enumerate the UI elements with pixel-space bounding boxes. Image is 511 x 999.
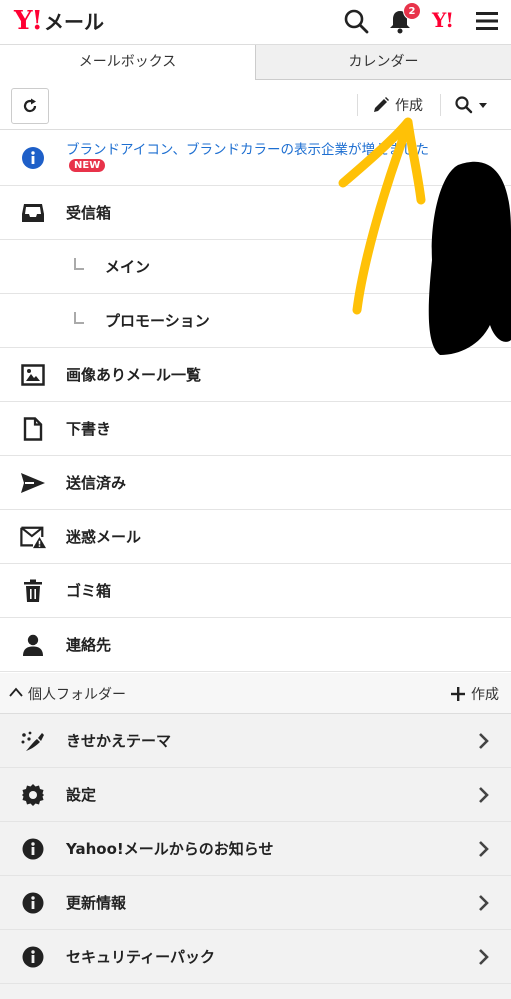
menu-security[interactable]: セキュリティーパック <box>0 930 511 984</box>
folder-label: 迷惑メール <box>66 528 142 546</box>
folder-spam[interactable]: 迷惑メール <box>0 510 511 564</box>
caret-down-icon <box>479 103 487 108</box>
toolbar-divider <box>440 94 441 116</box>
app-header: Y! メール 2 Y! <box>0 0 511 44</box>
personal-folders-label[interactable]: 個人フォルダー <box>28 684 126 704</box>
yahoo-japan-logo[interactable]: Y! <box>432 8 454 32</box>
folder-label: 画像ありメール一覧 <box>66 366 202 384</box>
new-badge: NEW <box>69 159 106 172</box>
logo-text: メール <box>43 10 104 34</box>
gear-icon <box>20 783 46 807</box>
tab-calendar[interactable]: カレンダー <box>256 45 511 80</box>
send-icon <box>20 471 46 495</box>
menu-settings[interactable]: 設定 <box>0 768 511 822</box>
folder-label: 連絡先 <box>66 636 112 654</box>
mailbox-tabs: メールボックス カレンダー <box>0 44 511 80</box>
logo-mark: Y! <box>14 6 43 36</box>
folder-drafts[interactable]: 下書き <box>0 402 511 456</box>
notice-text[interactable]: ブランドアイコン、ブランドカラーの表示企業が増えました <box>66 138 496 158</box>
menu-news[interactable]: Yahoo!メールからのお知らせ <box>0 822 511 876</box>
menu-overflow <box>0 984 511 999</box>
info-icon <box>20 837 46 861</box>
menu-label: 設定 <box>66 786 97 804</box>
tree-elbow <box>74 312 84 324</box>
chevron-right-icon <box>479 949 489 965</box>
spam-mail-icon <box>20 525 46 549</box>
menu-label: きせかえテーマ <box>66 732 172 750</box>
search-dropdown-button[interactable] <box>454 92 489 118</box>
create-folder-button[interactable]: 作成 <box>451 684 499 704</box>
toolbar-divider <box>357 94 358 116</box>
plus-icon <box>451 687 465 701</box>
brush-sparkle-icon <box>20 729 46 753</box>
menu-updates[interactable]: 更新情報 <box>0 876 511 930</box>
trash-icon <box>20 579 46 603</box>
folder-label: 下書き <box>66 420 112 438</box>
yahoo-mail-logo[interactable]: Y! メール <box>14 6 104 36</box>
tab-mailbox[interactable]: メールボックス <box>0 45 256 80</box>
pencil-icon <box>374 97 389 112</box>
chevron-right-icon <box>479 787 489 803</box>
info-icon <box>22 147 44 169</box>
person-icon <box>20 633 46 657</box>
folder-images[interactable]: 画像ありメール一覧 <box>0 348 511 402</box>
folder-sent[interactable]: 送信済み <box>0 456 511 510</box>
refresh-icon <box>23 98 37 113</box>
notification-badge: 2 <box>403 2 421 20</box>
tree-elbow <box>74 258 84 270</box>
folder-inbox[interactable]: 受信箱 <box>0 186 511 240</box>
document-icon <box>20 417 46 441</box>
chevron-up-icon[interactable] <box>9 687 23 697</box>
menu-label: Yahoo!メールからのお知らせ <box>66 840 274 858</box>
folder-trash[interactable]: ゴミ箱 <box>0 564 511 618</box>
folder-promotion[interactable]: プロモーション <box>0 294 511 348</box>
info-icon <box>20 891 46 915</box>
chevron-right-icon <box>479 895 489 911</box>
folder-main[interactable]: メイン <box>0 240 511 294</box>
folder-label: メイン <box>105 258 151 276</box>
folder-contacts[interactable]: 連絡先 <box>0 618 511 672</box>
info-icon <box>20 945 46 969</box>
hamburger-menu-icon[interactable] <box>473 7 501 35</box>
create-folder-label: 作成 <box>471 687 499 703</box>
menu-theme[interactable]: きせかえテーマ <box>0 714 511 768</box>
compose-button[interactable]: 作成 <box>372 92 423 118</box>
chevron-right-icon <box>479 841 489 857</box>
folder-label: プロモーション <box>105 312 210 330</box>
search-icon[interactable] <box>342 7 370 35</box>
menu-label: セキュリティーパック <box>66 948 215 966</box>
folder-label: 送信済み <box>66 474 127 492</box>
search-icon <box>455 96 473 114</box>
refresh-button[interactable] <box>11 88 49 124</box>
inbox-icon <box>20 201 46 225</box>
personal-folders-header: 個人フォルダー 作成 <box>0 673 511 714</box>
folder-label: ゴミ箱 <box>66 582 112 600</box>
folder-label: 受信箱 <box>66 204 112 222</box>
toolbar: 作成 <box>0 80 511 130</box>
chevron-right-icon <box>479 733 489 749</box>
compose-label: 作成 <box>395 98 423 114</box>
image-icon <box>20 363 46 387</box>
menu-label: 更新情報 <box>66 894 127 912</box>
